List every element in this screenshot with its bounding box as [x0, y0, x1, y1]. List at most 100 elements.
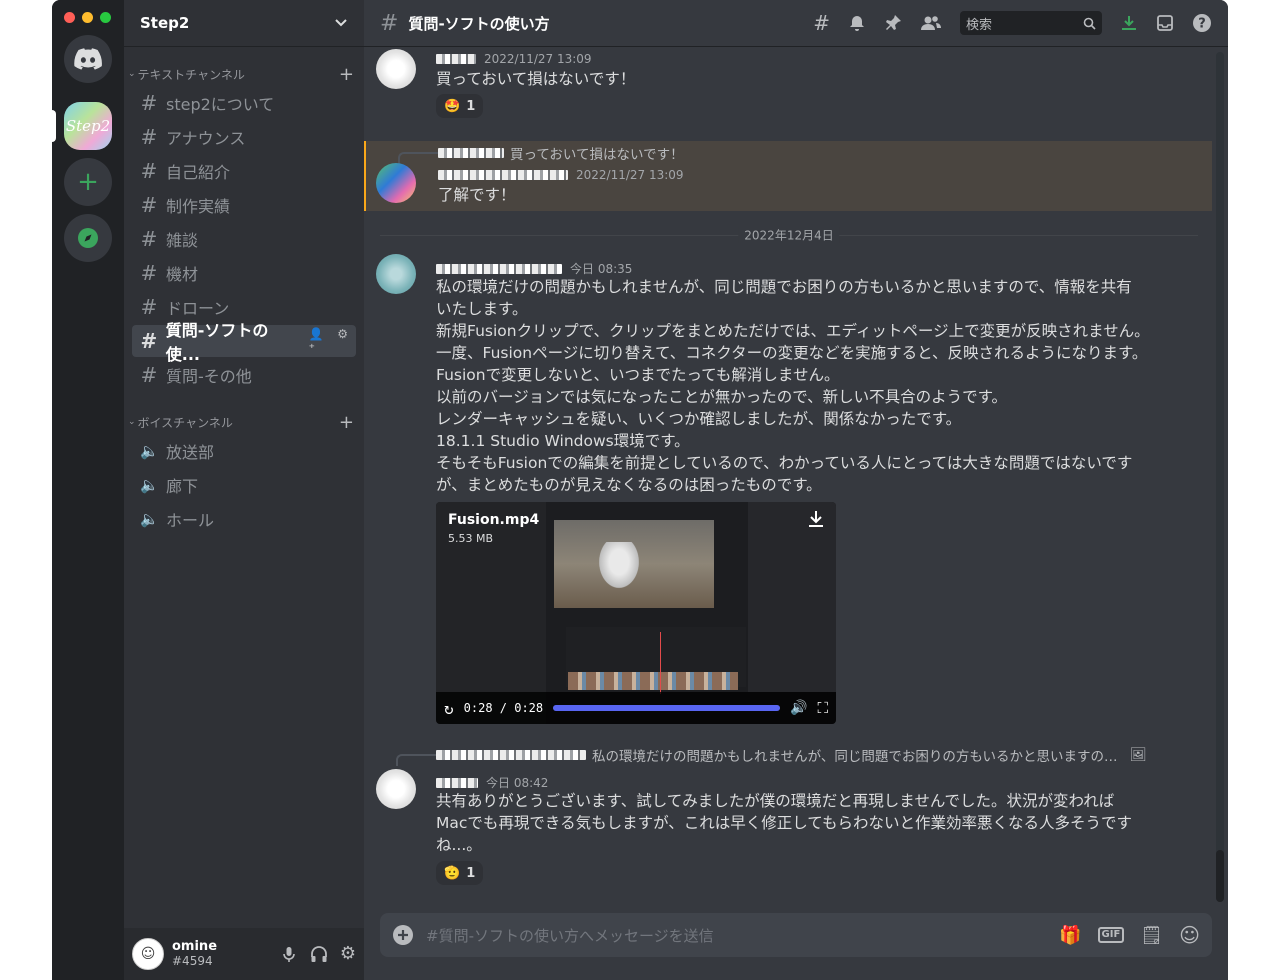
message-line: Fusionで変更しないと、いつまでたっても解消しません。 — [436, 366, 840, 384]
channel-label: 自己紹介 — [166, 163, 231, 182]
gif-button[interactable]: GIF — [1097, 927, 1125, 943]
download-icon[interactable] — [808, 510, 824, 528]
add-server-button[interactable]: + — [64, 158, 112, 206]
gift-icon[interactable]: 🎁 — [1059, 925, 1081, 946]
channel-question-software[interactable]: # 質問-ソフトの使... 👤⁺ ⚙ — [132, 321, 356, 364]
hash-icon: # — [140, 159, 158, 183]
hash-icon: # — [140, 91, 158, 115]
video-frame-clip — [568, 672, 738, 690]
add-attachment-icon[interactable] — [392, 924, 414, 946]
video-attachment[interactable]: Fusion.mp4 5.53 MB ↻ 0:28 / 0:28 🔊 ⛶ — [436, 502, 836, 724]
username-redacted[interactable] — [436, 777, 478, 788]
compass-icon — [78, 228, 98, 248]
reaction[interactable]: 🫡 1 — [436, 861, 484, 885]
category-text-channels[interactable]: ⌄ テキストチャンネル + — [124, 63, 364, 85]
voice-channel-hall[interactable]: 🔈 ホール — [132, 503, 356, 535]
page-title: 質問-ソフトの使い方 — [408, 14, 550, 33]
hash-icon: # — [140, 363, 158, 387]
reaction[interactable]: 🤩 1 — [436, 94, 484, 118]
window-controls — [64, 12, 111, 23]
zoom-window-button[interactable] — [100, 12, 111, 23]
server-header[interactable]: Step2 — [124, 0, 364, 47]
reaction-count: 1 — [466, 98, 476, 114]
members-icon[interactable] — [920, 14, 942, 32]
message-header: 今日 08:35 — [436, 260, 632, 277]
explore-servers-button[interactable] — [64, 214, 112, 262]
channel-announce[interactable]: # アナウンス — [132, 121, 356, 153]
microphone-icon[interactable] — [280, 945, 298, 963]
replay-icon[interactable]: ↻ — [444, 699, 454, 718]
search-input[interactable]: 検索 — [960, 11, 1102, 35]
username-redacted — [436, 750, 586, 760]
create-channel-icon[interactable]: + — [339, 64, 354, 85]
gear-icon[interactable]: ⚙ — [337, 327, 348, 355]
username-redacted[interactable] — [436, 54, 476, 64]
message-line: Macでも再現できる気もしますが、これは早く修正してもらわないと作業効率悪くなる… — [436, 814, 1133, 832]
channel-label: 機材 — [166, 265, 199, 284]
message-text: 共有ありがとうございます、試してみましたが僕の環境だと再現しませんでした。状況が… — [436, 790, 1176, 856]
invite-icon[interactable]: 👤⁺ — [309, 327, 330, 355]
star-struck-emoji-icon: 🤩 — [444, 98, 461, 114]
username-redacted[interactable] — [436, 263, 562, 274]
message-header: 2022/11/27 13:09 — [436, 52, 592, 66]
channel-label: 質問-その他 — [166, 367, 252, 386]
volume-icon[interactable]: 🔊 — [790, 700, 807, 716]
channel-works[interactable]: # 制作実績 — [132, 189, 356, 221]
chevron-down-icon — [335, 19, 347, 27]
threads-icon[interactable]: # — [813, 11, 830, 35]
date-divider: 2022年12月4日 — [380, 226, 1198, 244]
reaction-count: 1 — [466, 865, 476, 881]
avatar[interactable] — [376, 769, 416, 809]
help-icon[interactable]: ? — [1192, 13, 1212, 33]
channel-label: 廊下 — [166, 477, 199, 496]
hash-icon: # — [140, 329, 158, 353]
thread-hash-icon: # — [140, 227, 158, 251]
avatar[interactable]: ☺ — [132, 938, 164, 970]
minimize-window-button[interactable] — [82, 12, 93, 23]
message: 今日 08:35 私の環境だけの問題かもしれませんが、同じ問題でお困りの方もいる… — [364, 252, 1212, 732]
category-voice-channels[interactable]: ⌄ ボイスチャンネル + — [124, 411, 364, 433]
headphones-icon[interactable] — [310, 945, 328, 963]
avatar[interactable] — [376, 49, 416, 89]
username-redacted[interactable] — [438, 170, 568, 180]
inbox-icon[interactable] — [1156, 14, 1174, 32]
message-line: 以前のバージョンでは気になったことが無かったので、新しい不具合のようです。 — [436, 388, 1008, 406]
message-input[interactable]: #質問-ソフトの使い方へメッセージを送信 — [426, 925, 1059, 946]
bell-icon[interactable] — [848, 14, 866, 32]
username: omine — [172, 939, 218, 954]
reply-preview[interactable]: 買っておいて損はないです！ — [438, 143, 684, 163]
user-info[interactable]: omine #4594 — [172, 939, 217, 969]
fullscreen-icon[interactable]: ⛶ — [817, 699, 828, 717]
channel-label: step2について — [166, 95, 275, 114]
create-channel-icon[interactable]: + — [339, 412, 354, 433]
scrollbar-thumb[interactable] — [1216, 850, 1224, 902]
channel-chat[interactable]: # 雑談 — [132, 223, 356, 255]
channel-intro[interactable]: # 自己紹介 — [132, 155, 356, 187]
emoji-icon[interactable]: ☺ — [1179, 923, 1200, 947]
message-line: 18.1.1 Studio Windows環境です。 — [436, 432, 690, 450]
home-button[interactable] — [64, 35, 112, 83]
download-icon[interactable] — [1120, 14, 1138, 32]
pin-icon[interactable] — [884, 14, 902, 32]
voice-channel-hallway[interactable]: 🔈 廊下 — [132, 469, 356, 501]
message: 私の環境だけの問題かもしれませんが、同じ問題でお困りの方もいるかと思いますの… … — [364, 745, 1212, 895]
reply-preview[interactable]: 私の環境だけの問題かもしれませんが、同じ問題でお困りの方もいるかと思いますの… … — [436, 745, 1147, 765]
gear-icon[interactable]: ⚙ — [340, 945, 356, 963]
sticker-icon[interactable]: 🗒 — [1140, 925, 1163, 946]
avatar[interactable] — [376, 254, 416, 294]
message-line: ね...。 — [436, 836, 482, 854]
speaker-icon: 🔈 — [140, 442, 159, 460]
avatar[interactable] — [376, 163, 416, 203]
channel-question-other[interactable]: # 質問-その他 — [132, 359, 356, 391]
scrollbar[interactable] — [1216, 52, 1224, 902]
message-text: 了解です！ — [438, 186, 516, 204]
channel-label: 制作実績 — [166, 197, 231, 216]
server-icon-step2[interactable]: Step2 — [64, 102, 112, 150]
voice-channel-broadcast[interactable]: 🔈 放送部 — [132, 435, 356, 467]
channel-step2[interactable]: # step2について — [132, 87, 356, 119]
video-progress-bar[interactable] — [553, 705, 781, 711]
channel-gear[interactable]: # 機材 — [132, 257, 356, 289]
speaker-icon: 🔈 — [140, 476, 159, 494]
message-composer[interactable]: #質問-ソフトの使い方へメッセージを送信 🎁 GIF 🗒 ☺ — [380, 913, 1212, 957]
close-window-button[interactable] — [64, 12, 75, 23]
